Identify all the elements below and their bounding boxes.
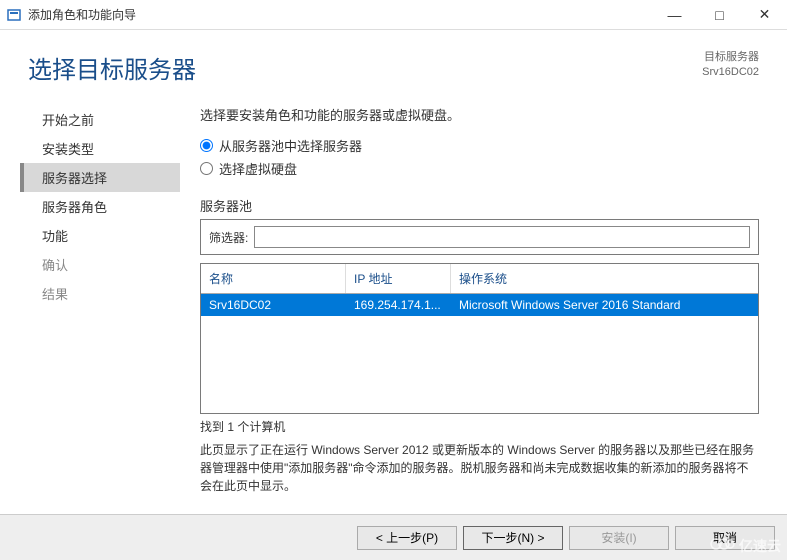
td-os: Microsoft Windows Server 2016 Standard [451, 294, 758, 316]
sidebar-item-server-selection[interactable]: 服务器选择 [20, 163, 180, 192]
target-label: 目标服务器 [702, 50, 759, 65]
th-ip[interactable]: IP 地址 [346, 264, 451, 293]
maximize-button[interactable]: □ [697, 0, 742, 29]
window-title: 添加角色和功能向导 [28, 6, 652, 23]
filter-input[interactable] [254, 226, 750, 248]
sidebar-item-install-type[interactable]: 安装类型 [20, 134, 180, 163]
th-os[interactable]: 操作系统 [451, 264, 758, 293]
page-header: 选择目标服务器 目标服务器 Srv16DC02 [0, 30, 787, 95]
prev-button[interactable]: < 上一步(P) [357, 526, 457, 550]
wizard-content: 选择要安装角色和功能的服务器或虚拟硬盘。 从服务器池中选择服务器 选择虚拟硬盘 … [180, 95, 767, 495]
minimize-button[interactable]: — [652, 0, 697, 29]
cancel-button[interactable]: 取消 [675, 526, 775, 550]
radio-vhd[interactable]: 选择虚拟硬盘 [200, 159, 759, 178]
app-icon [6, 7, 22, 23]
sidebar-item-confirm: 确认 [20, 250, 180, 279]
wizard-body: 开始之前 安装类型 服务器选择 服务器角色 功能 确认 结果 选择要安装角色和功… [0, 95, 787, 495]
selection-radio-group: 从服务器池中选择服务器 选择虚拟硬盘 [200, 136, 759, 182]
close-button[interactable]: ✕ [742, 0, 787, 29]
table-header: 名称 IP 地址 操作系统 [201, 264, 758, 294]
install-button: 安装(I) [569, 526, 669, 550]
next-button[interactable]: 下一步(N) > [463, 526, 563, 550]
radio-vhd-input[interactable] [200, 162, 213, 175]
table-body: Srv16DC02 169.254.174.1... Microsoft Win… [201, 294, 758, 413]
wizard-sidebar: 开始之前 安装类型 服务器选择 服务器角色 功能 确认 结果 [20, 95, 180, 495]
window-controls: — □ ✕ [652, 0, 787, 29]
explanation-text: 此页显示了正在运行 Windows Server 2012 或更新版本的 Win… [200, 441, 759, 495]
th-name[interactable]: 名称 [201, 264, 346, 293]
sidebar-item-features[interactable]: 功能 [20, 221, 180, 250]
sidebar-item-server-roles[interactable]: 服务器角色 [20, 192, 180, 221]
sidebar-item-before-begin[interactable]: 开始之前 [20, 105, 180, 134]
table-row[interactable]: Srv16DC02 169.254.174.1... Microsoft Win… [201, 294, 758, 316]
instruction-text: 选择要安装角色和功能的服务器或虚拟硬盘。 [200, 105, 759, 124]
td-name: Srv16DC02 [201, 294, 346, 316]
target-info: 目标服务器 Srv16DC02 [702, 50, 759, 85]
server-table: 名称 IP 地址 操作系统 Srv16DC02 169.254.174.1...… [200, 263, 759, 414]
radio-server-pool-label: 从服务器池中选择服务器 [219, 136, 362, 155]
radio-server-pool[interactable]: 从服务器池中选择服务器 [200, 136, 759, 155]
td-ip: 169.254.174.1... [346, 294, 451, 316]
title-bar: 添加角色和功能向导 — □ ✕ [0, 0, 787, 30]
target-value: Srv16DC02 [702, 65, 759, 80]
result-count: 找到 1 个计算机 [200, 418, 759, 435]
wizard-footer: < 上一步(P) 下一步(N) > 安装(I) 取消 [0, 514, 787, 560]
filter-label: 筛选器: [209, 229, 248, 246]
radio-vhd-label: 选择虚拟硬盘 [219, 159, 297, 178]
page-title: 选择目标服务器 [28, 50, 196, 85]
sidebar-item-results: 结果 [20, 279, 180, 308]
server-pool-label: 服务器池 [200, 196, 759, 215]
filter-box: 筛选器: [200, 219, 759, 255]
radio-server-pool-input[interactable] [200, 139, 213, 152]
